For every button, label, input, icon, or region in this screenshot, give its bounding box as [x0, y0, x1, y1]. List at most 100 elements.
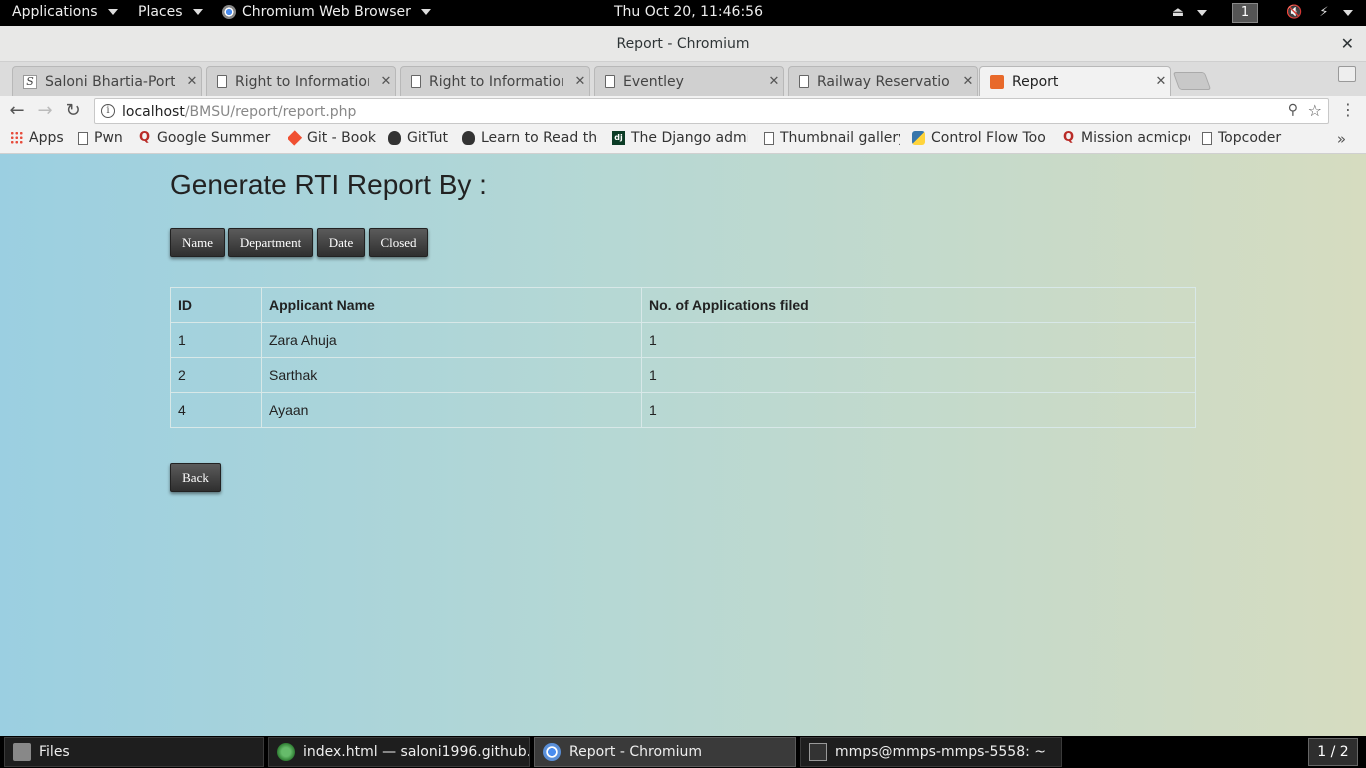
taskbar-item-terminal[interactable]: mmps@mmps-mmps-5558: ~ [800, 737, 1062, 767]
tab-label: Right to Information [429, 73, 563, 90]
bookmark-label: Apps [29, 130, 64, 146]
url-host: localhost [122, 104, 185, 120]
tab-close-icon[interactable]: ✕ [377, 74, 395, 89]
menu-dots-icon[interactable]: ⋮ [1340, 100, 1356, 119]
document-icon [1202, 131, 1212, 145]
taskbar-item-label: Files [39, 744, 70, 760]
back-arrow-icon[interactable]: ← [6, 100, 28, 122]
reload-icon[interactable]: ↻ [62, 100, 84, 122]
system-menu-chevron-icon[interactable] [1340, 5, 1356, 21]
filter-department-button[interactable]: Department [228, 228, 313, 257]
new-tab-button[interactable] [1172, 72, 1212, 90]
tab-railway-reservation[interactable]: Railway Reservation ✕ [788, 66, 978, 96]
tab-label: Eventley [623, 73, 684, 90]
workspace-indicator[interactable]: 1 [1232, 3, 1258, 23]
bookmark-gittut[interactable]: GitTut [388, 130, 454, 146]
cell-id: 1 [170, 322, 262, 358]
bookmark-label: Topcoder [1218, 130, 1282, 146]
tab-close-icon[interactable]: ✕ [183, 74, 201, 89]
taskbar-item-atom[interactable]: index.html — saloni1996.github.io… [268, 737, 530, 767]
bookmark-label: GitTut [407, 130, 449, 146]
filter-date-button[interactable]: Date [317, 228, 365, 257]
battery-icon[interactable]: ⚡ [1316, 5, 1332, 21]
applications-menu[interactable]: Applications [12, 4, 118, 20]
bookmark-mission-acmicpc[interactable]: Q Mission acmicpc [1062, 130, 1190, 146]
cell-id: 4 [170, 392, 262, 428]
octocat-icon [388, 131, 401, 145]
chromium-icon [543, 743, 561, 761]
bookmark-topcoder[interactable]: Topcoder [1202, 130, 1298, 146]
taskbar-item-files[interactable]: Files [4, 737, 264, 767]
url-path: /BMSU/report/report.php [184, 104, 357, 120]
bookmarks-overflow-icon[interactable]: » [1337, 130, 1346, 148]
bookmark-star-icon[interactable]: ☆ [1308, 101, 1322, 120]
taskbar-item-label: index.html — saloni1996.github.io… [303, 744, 530, 760]
table-row: 2 Sarthak 1 [170, 357, 1196, 393]
bookmark-pwn[interactable]: Pwn [78, 130, 130, 146]
atom-icon [277, 743, 295, 761]
cell-applications-filed: 1 [641, 357, 1196, 393]
bookmark-django-admin[interactable]: dj The Django admin [612, 130, 748, 146]
tab-saloni-portfolio[interactable]: S Saloni Bhartia-Portfo ✕ [12, 66, 202, 96]
chevron-down-icon [192, 9, 203, 15]
bookmark-thumbnail-gallery[interactable]: Thumbnail gallery [764, 130, 900, 146]
quora-icon: Q [138, 130, 151, 145]
taskbar-item-label: Report - Chromium [569, 744, 703, 760]
chevron-down-icon[interactable] [1194, 5, 1210, 21]
bookmark-git-book[interactable]: Git - Book [288, 130, 380, 146]
volume-mute-icon[interactable]: 🔇 [1286, 5, 1302, 21]
places-menu[interactable]: Places [138, 4, 203, 20]
tab-right-to-information-2[interactable]: Right to Information ✕ [400, 66, 590, 96]
bookmark-control-flow[interactable]: Control Flow Too [912, 130, 1048, 146]
filter-closed-button[interactable]: Closed [369, 228, 428, 257]
tab-report[interactable]: Report ✕ [979, 66, 1171, 96]
eject-icon[interactable]: ⏏ [1170, 5, 1186, 21]
address-bar[interactable]: i localhost/BMSU/report/report.php ⚲ ☆ [94, 98, 1329, 124]
chromium-icon [222, 5, 236, 19]
tab-eventley[interactable]: Eventley ✕ [594, 66, 784, 96]
applications-label: Applications [12, 4, 98, 20]
tab-close-icon[interactable]: ✕ [959, 74, 977, 89]
profile-icon[interactable] [1338, 66, 1356, 82]
python-icon [912, 131, 925, 145]
workspace-pager[interactable]: 1 / 2 [1308, 738, 1358, 766]
bookmarks-bar: Apps Pwn Q Google Summer of Git - Book Gi… [0, 126, 1366, 154]
git-icon [288, 130, 303, 146]
window-close-icon[interactable]: ✕ [1341, 34, 1354, 53]
tab-close-icon[interactable]: ✕ [571, 74, 589, 89]
taskbar-item-label: mmps@mmps-mmps-5558: ~ [835, 744, 1046, 760]
table-row: 4 Ayaan 1 [170, 392, 1196, 428]
report-favicon-icon [990, 74, 1004, 89]
bookmark-learn-to-read[interactable]: Learn to Read the [462, 130, 598, 146]
filter-name-button[interactable]: Name [170, 228, 225, 257]
clock[interactable]: Thu Oct 20, 11:46:56 [614, 4, 763, 20]
files-icon [13, 743, 31, 761]
table-row: 1 Zara Ahuja 1 [170, 322, 1196, 358]
window-title: Report - Chromium [616, 36, 750, 52]
tab-close-icon[interactable]: ✕ [1152, 74, 1170, 89]
taskbar-item-chromium[interactable]: Report - Chromium [534, 737, 796, 767]
bookmark-apps[interactable]: Apps [10, 130, 70, 146]
tab-label: Railway Reservation [817, 73, 951, 90]
tab-right-to-information-1[interactable]: Right to Information ✕ [206, 66, 396, 96]
tab-strip: S Saloni Bhartia-Portfo ✕ Right to Informa… [0, 62, 1366, 96]
forward-arrow-icon[interactable]: → [34, 100, 56, 122]
bookmark-label: Control Flow Too [931, 130, 1046, 146]
cell-applications-filed: 1 [641, 322, 1196, 358]
django-icon: dj [612, 131, 625, 145]
document-icon [799, 75, 809, 88]
cell-id: 2 [170, 357, 262, 393]
tab-label: Saloni Bhartia-Portfo [45, 73, 175, 90]
app-menu-chromium[interactable]: Chromium Web Browser [222, 4, 431, 20]
clock-label: Thu Oct 20, 11:46:56 [614, 4, 763, 20]
bookmark-google-summer[interactable]: Q Google Summer of [138, 130, 275, 146]
s-favicon-icon: S [23, 74, 37, 89]
page-content: Generate RTI Report By : Name Department… [0, 154, 1366, 736]
tab-close-icon[interactable]: ✕ [765, 74, 783, 89]
zoom-icon[interactable]: ⚲ [1288, 102, 1298, 118]
places-label: Places [138, 4, 183, 20]
back-button[interactable]: Back [170, 463, 221, 492]
document-icon [764, 131, 774, 145]
window-titlebar: Report - Chromium ✕ [0, 26, 1366, 62]
info-icon[interactable]: i [101, 104, 115, 118]
